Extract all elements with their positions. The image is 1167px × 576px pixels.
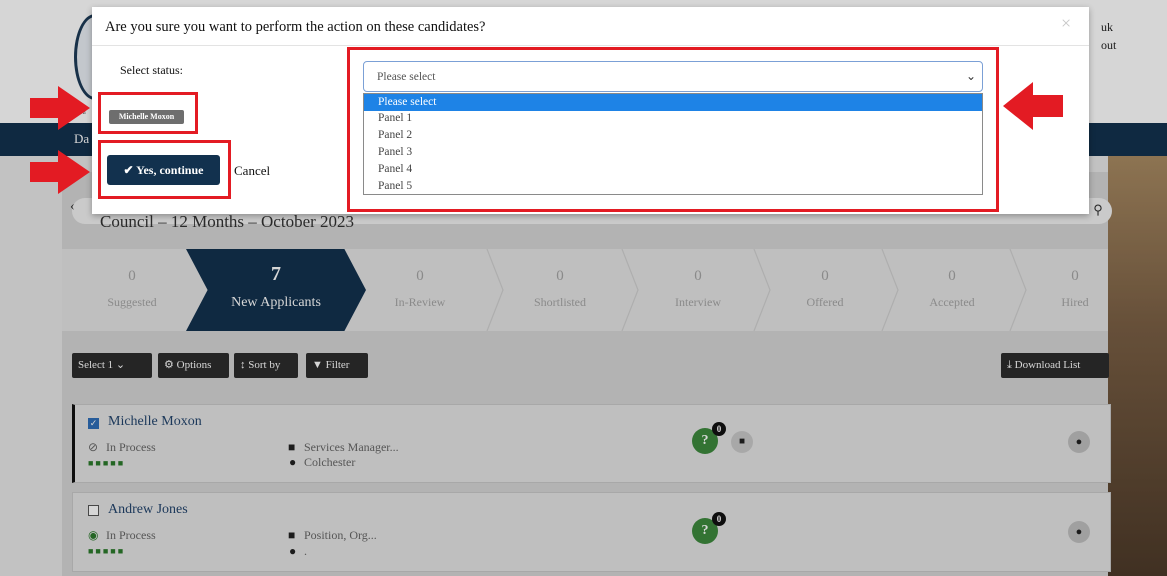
close-icon[interactable]: ×: [1061, 13, 1071, 34]
red-arrow-left-icon: [1003, 82, 1063, 130]
highlight-box-select: [347, 47, 999, 212]
modal-divider: [92, 45, 1089, 46]
cancel-button[interactable]: Cancel: [234, 163, 270, 179]
status-label: Select status:: [120, 63, 183, 77]
highlight-box-confirm: [98, 140, 231, 199]
red-arrow-right-icon: [30, 86, 90, 130]
modal-title: Are you sure you want to perform the act…: [105, 19, 486, 35]
red-arrow-right-icon: [30, 150, 90, 194]
highlight-box-tag: [98, 92, 198, 134]
